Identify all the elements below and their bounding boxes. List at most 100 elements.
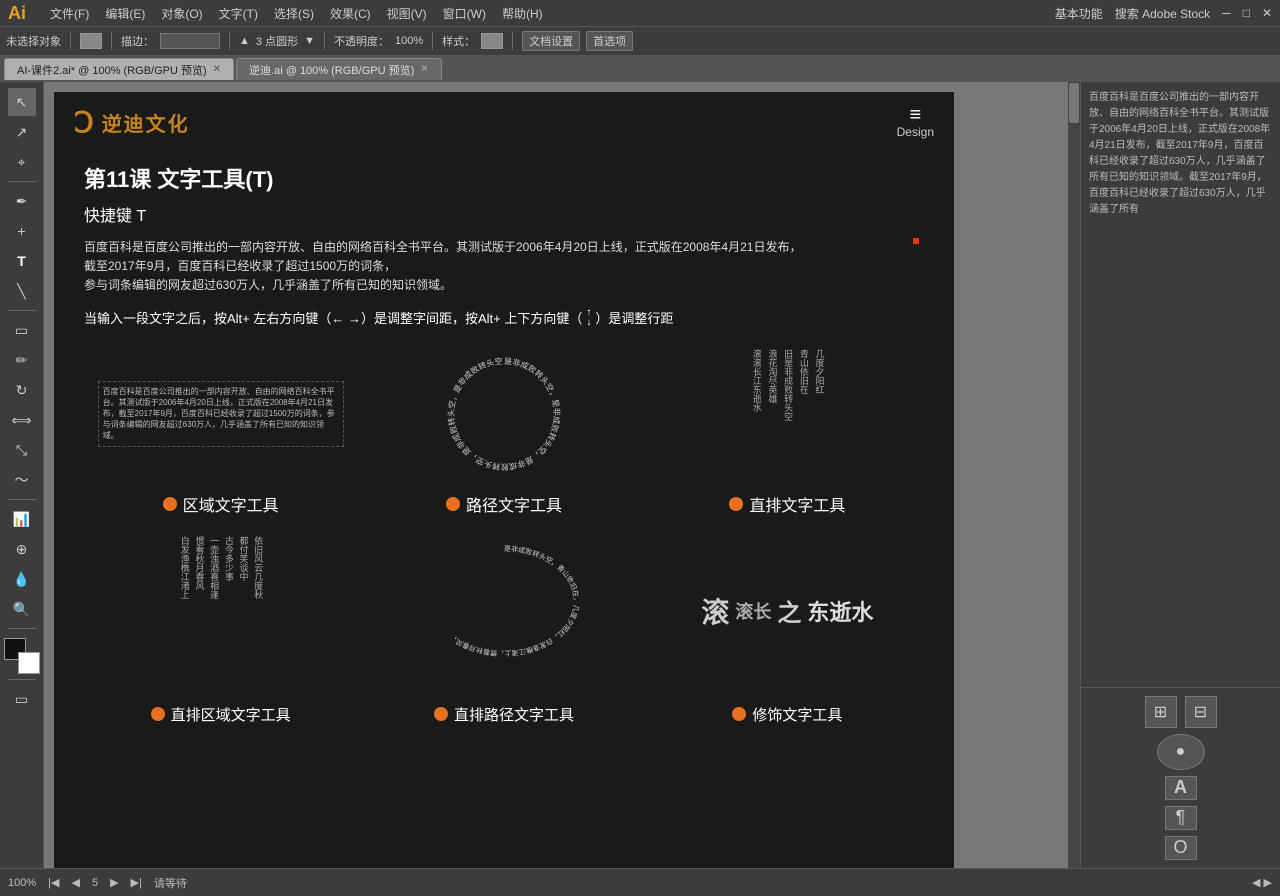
add-anchor-tool[interactable]: + <box>8 217 36 245</box>
tab-0-label: AI-课件2.ai* @ 100% (RGB/GPU 预览) <box>17 62 207 78</box>
nav-next[interactable]: ▶ <box>110 876 118 889</box>
menu-text[interactable]: 文字(T) <box>219 5 258 22</box>
area-text-example: 百度百科是百度公司推出的一部内容开放、自由的网络百科全书平台。其测试版于2006… <box>84 344 357 516</box>
style-swatch[interactable] <box>481 33 503 49</box>
vert-path-text: 直排路径文字工具 <box>454 704 574 725</box>
menu-effect[interactable]: 效果(C) <box>330 5 371 22</box>
points-dropdown[interactable]: ▼ <box>304 35 315 47</box>
change-screen-mode[interactable]: ▭ <box>8 685 36 713</box>
vertical-tool-label: 直排文字工具 <box>729 492 845 516</box>
tab-1-close[interactable]: ✕ <box>420 64 428 75</box>
vertical-path-visual: 是非成败转头空，青山依旧在，几度夕阳红，白发渔樵江渚上，惯看秋月春风， <box>367 526 640 696</box>
panel-open-type-icon[interactable]: O <box>1165 836 1197 860</box>
workspace-selector[interactable]: 基本功能 <box>1055 5 1103 22</box>
toolbar-separator <box>70 32 71 50</box>
graph-tool[interactable]: 📊 <box>8 505 36 533</box>
toolbar-separator-4 <box>324 32 325 50</box>
fill-color[interactable] <box>80 33 102 49</box>
panel-transform-icon[interactable]: ⊞ <box>1145 696 1177 728</box>
stroke-input[interactable] <box>160 33 220 49</box>
direct-select-tool[interactable]: ↗ <box>8 118 36 146</box>
nav-prev-prev[interactable]: |◀ <box>48 876 59 889</box>
panel-circle-icon[interactable]: ● <box>1157 734 1205 770</box>
rect-tool[interactable]: ▭ <box>8 316 36 344</box>
vert-area-col-3: 一壶浊酒喜相逢 <box>207 536 219 686</box>
warp-tool[interactable]: 〜 <box>8 466 36 494</box>
reflect-tool[interactable]: ⟺ <box>8 406 36 434</box>
status-bar: 100% |◀ ◀ 5 ▶ ▶| 请等待 ◀ ▶ <box>0 868 1280 896</box>
header-menu: ≡ Design <box>897 105 934 139</box>
menu-file[interactable]: 文件(F) <box>50 5 89 22</box>
nav-prev[interactable]: ◀ <box>71 876 79 889</box>
blend-tool[interactable]: ⊕ <box>8 535 36 563</box>
description-text: 百度百科是百度公司推出的一部内容开放、自由的网络百科全书平台。其测试版于2006… <box>84 238 924 296</box>
up-down-arrow: ↑↓ <box>586 308 591 328</box>
tool-sep-2 <box>8 310 36 311</box>
type-tool[interactable]: T <box>8 247 36 275</box>
vertical-col-4: 青山依旧在 <box>797 349 809 479</box>
left-toolbox: ↖ ↗ ⌖ ✒ + T ╲ ▭ ✏ ↻ ⟺ ⤡ 〜 📊 ⊕ 💧 🔍 ▭ <box>0 82 44 868</box>
zoom-tool[interactable]: 🔍 <box>8 595 36 623</box>
decorate-text-display: 滚 滚长 之 东逝水 <box>701 591 873 631</box>
opacity-value: 100% <box>395 35 423 47</box>
rotate-tool[interactable]: ↻ <box>8 376 36 404</box>
menu-help[interactable]: 帮助(H) <box>502 5 543 22</box>
vert-area-col-2: 惯看秋月春风 <box>193 536 205 686</box>
stock-search[interactable]: 搜索 Adobe Stock <box>1115 5 1210 22</box>
menu-object[interactable]: 对象(O) <box>161 5 202 22</box>
maximize-btn[interactable]: □ <box>1243 6 1250 20</box>
panel-para-icon[interactable]: ¶ <box>1165 806 1197 830</box>
logo-text: 逆迪文化 <box>102 108 190 137</box>
tab-1[interactable]: 逆迪.ai @ 100% (RGB/GPU 预览) ✕ <box>236 58 442 80</box>
decorate-char-1: 滚 <box>701 591 729 631</box>
tab-0[interactable]: AI-课件2.ai* @ 100% (RGB/GPU 预览) ✕ <box>4 58 234 80</box>
menu-window[interactable]: 窗口(W) <box>443 5 486 22</box>
vertical-text-container: 滚滚长江东逝水 浪花淘尽英雄 旧是非成败转头空 青山依旧在 几度夕阳红 <box>750 349 824 479</box>
color-tools-area <box>4 638 40 674</box>
orange-dot-5 <box>434 707 448 721</box>
preferences-btn[interactable]: 首选项 <box>586 31 633 51</box>
lasso-tool[interactable]: ⌖ <box>8 148 36 176</box>
brush-tool[interactable]: ✏ <box>8 346 36 374</box>
eyedropper-tool[interactable]: 💧 <box>8 565 36 593</box>
decorate-example: 滚 滚长 之 东逝水 修饰文字工具 <box>651 526 924 725</box>
nav-arrows[interactable]: ◀ ▶ <box>1252 876 1272 889</box>
panel-align-icon[interactable]: ⊟ <box>1185 696 1217 728</box>
menu-edit[interactable]: 编辑(E) <box>105 5 145 22</box>
app-icon: Ai <box>8 3 26 24</box>
nav-next-next[interactable]: ▶| <box>131 876 142 889</box>
pen-tool[interactable]: ✒ <box>8 187 36 215</box>
minimize-btn[interactable]: ─ <box>1222 6 1231 20</box>
vertical-path-svg: 是非成败转头空，青山依旧在，几度夕阳红，白发渔樵江渚上，惯看秋月春风， <box>414 531 594 691</box>
decorate-visual: 滚 滚长 之 东逝水 <box>651 526 924 696</box>
instruction-line: 当输入一段文字之后，按Alt+ 左右方向键（← →）是调整字间距，按Alt+ 上… <box>84 308 924 328</box>
points-label: ▲ <box>239 35 250 47</box>
area-tool-label: 区域文字工具 <box>163 492 279 516</box>
doc-settings-btn[interactable]: 文档设置 <box>522 31 580 51</box>
decorate-char-3: 之 <box>777 593 801 628</box>
decorate-char-4: 东逝水 <box>807 595 873 627</box>
canvas-area[interactable]: Ↄ 逆迪文化 ≡ Design 第11课 文字工具(T) 快捷键 T 百度百科是… <box>44 82 1080 868</box>
tab-0-close[interactable]: ✕ <box>213 64 221 75</box>
vertical-path-example: 是非成败转头空，青山依旧在，几度夕阳红，白发渔樵江渚上，惯看秋月春风， 直排路径… <box>367 526 640 725</box>
selection-tool[interactable]: ↖ <box>8 88 36 116</box>
scrollbar-thumb[interactable] <box>1069 83 1079 123</box>
logo-icon: Ↄ <box>74 106 94 139</box>
menu-view[interactable]: 视图(V) <box>387 5 427 22</box>
background-color[interactable] <box>18 652 40 674</box>
close-btn[interactable]: ✕ <box>1262 6 1272 20</box>
panel-type-icon[interactable]: A <box>1165 776 1197 800</box>
vertical-col-2: 浪花淘尽英雄 <box>766 349 778 479</box>
vert-area-label: 直排区域文字工具 <box>151 704 291 725</box>
scale-tool[interactable]: ⤡ <box>8 436 36 464</box>
menu-select[interactable]: 选择(S) <box>274 5 314 22</box>
decorate-label: 修饰文字工具 <box>732 704 842 725</box>
hamburger-icon[interactable]: ≡ <box>909 105 921 125</box>
points-value: 3 点圆形 <box>256 33 298 49</box>
line-tool[interactable]: ╲ <box>8 277 36 305</box>
path-text-svg: 是非成败转头空，是非成败转头空，是非成败转头空，是非成败转头空，是非成败转头空， <box>434 344 574 484</box>
vertical-scrollbar[interactable] <box>1068 82 1080 868</box>
svg-text:是非成败转头空，是非成败转头空，是非成败转头空，是非成败转头: 是非成败转头空，是非成败转头空，是非成败转头空，是非成败转头空，是非成败转头空， <box>434 344 562 472</box>
vert-area-col-6: 依旧风云几度秋 <box>252 536 264 686</box>
design-label: Design <box>897 125 934 139</box>
